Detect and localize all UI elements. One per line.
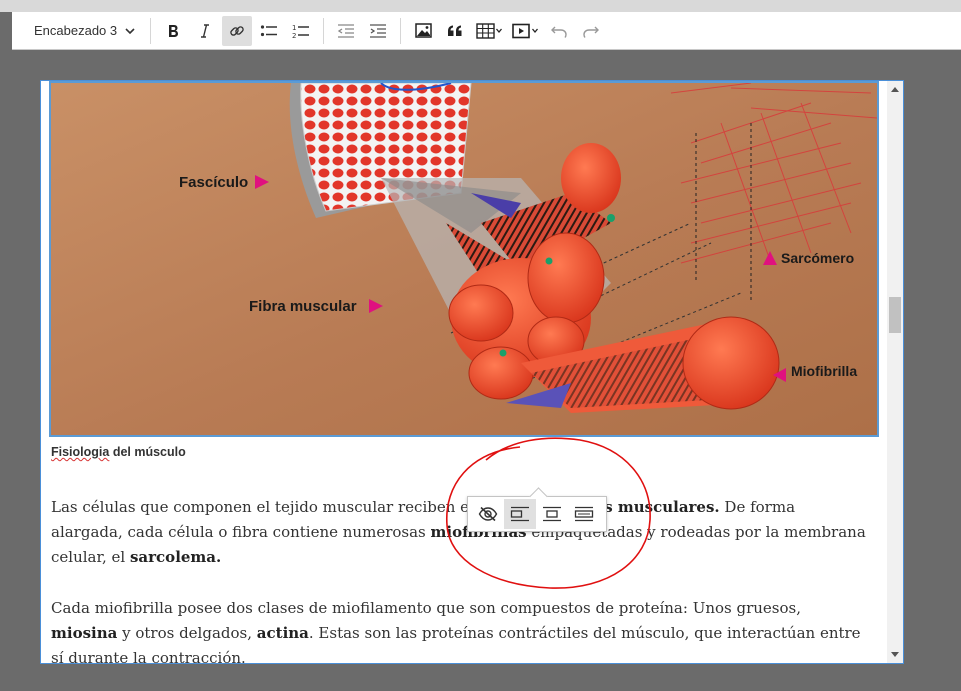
toolbar-separator bbox=[150, 17, 151, 44]
media-icon bbox=[512, 23, 538, 38]
bold-button[interactable] bbox=[158, 16, 188, 46]
eye-off-icon bbox=[478, 506, 498, 522]
bold-text: sarcolema. bbox=[129, 548, 222, 566]
image-toolbar-balloon bbox=[467, 496, 607, 532]
italic-icon bbox=[201, 23, 209, 38]
bold-icon bbox=[169, 24, 178, 37]
bold-text: miosina bbox=[51, 624, 118, 642]
editor-toolbar: Encabezado 3 12 bbox=[12, 12, 961, 50]
redo-icon bbox=[583, 26, 599, 38]
align-left-icon bbox=[510, 506, 529, 522]
outdent-button[interactable] bbox=[331, 16, 361, 46]
paragraph-1[interactable]: Las células que componen el tejido muscu… bbox=[51, 495, 871, 570]
table-icon bbox=[476, 22, 502, 39]
align-full-button[interactable] bbox=[568, 499, 600, 529]
numbered-list-button[interactable]: 12 bbox=[286, 16, 316, 46]
svg-text:1: 1 bbox=[292, 24, 296, 32]
redo-button[interactable] bbox=[576, 16, 606, 46]
align-center-button[interactable] bbox=[536, 499, 568, 529]
indent-button[interactable] bbox=[363, 16, 393, 46]
insert-image-button[interactable] bbox=[408, 16, 438, 46]
bulleted-list-icon bbox=[260, 24, 277, 36]
align-left-button[interactable] bbox=[504, 499, 536, 529]
bulleted-list-button[interactable] bbox=[254, 16, 284, 46]
bold-text: actina bbox=[256, 624, 309, 642]
scroll-thumb[interactable] bbox=[889, 297, 901, 333]
align-center-icon bbox=[543, 506, 561, 522]
align-full-icon bbox=[574, 506, 594, 522]
scroll-up-arrow-icon[interactable] bbox=[891, 87, 899, 92]
text-run: Cada miofibrilla posee dos clases de mio… bbox=[51, 599, 801, 617]
indent-icon bbox=[370, 23, 386, 38]
heading-dropdown[interactable]: Encabezado 3 bbox=[24, 16, 144, 46]
quote-icon bbox=[448, 25, 462, 36]
toolbar-separator bbox=[323, 17, 324, 44]
insert-media-button[interactable] bbox=[508, 16, 542, 46]
insert-table-button[interactable] bbox=[472, 16, 506, 46]
link-icon bbox=[230, 25, 244, 36]
toggle-caption-button[interactable] bbox=[472, 499, 504, 529]
label-fasciculo: Fascículo bbox=[179, 174, 248, 191]
heading-dropdown-label: Encabezado 3 bbox=[34, 23, 118, 38]
muscle-anatomy-image: Fascículo Fibra muscular Sarcómero Miofi… bbox=[51, 83, 877, 435]
figure-caption[interactable]: Fisiologia del músculo bbox=[51, 445, 186, 459]
label-fibra-muscular: Fibra muscular bbox=[249, 298, 357, 315]
chevron-down-icon bbox=[125, 27, 135, 34]
window-top-strip bbox=[0, 0, 961, 12]
toolbar-separator bbox=[400, 17, 401, 44]
numbered-list-icon: 12 bbox=[292, 24, 309, 39]
text-run: y otros delgados, bbox=[117, 624, 257, 642]
caption-rest: del músculo bbox=[109, 445, 186, 459]
muscle-figure[interactable]: Fascículo Fibra muscular Sarcómero Miofi… bbox=[49, 81, 879, 437]
svg-text:2: 2 bbox=[292, 32, 296, 39]
italic-button[interactable] bbox=[190, 16, 220, 46]
undo-icon bbox=[551, 26, 567, 38]
vertical-scrollbar[interactable] bbox=[887, 81, 903, 663]
label-miofibrilla: Miofibrilla bbox=[791, 363, 857, 379]
caption-word-misspelled: Fisiologia bbox=[51, 445, 110, 459]
image-icon bbox=[414, 23, 432, 38]
paragraph-2[interactable]: Cada miofibrilla posee dos clases de mio… bbox=[51, 596, 871, 663]
block-quote-button[interactable] bbox=[440, 16, 470, 46]
link-button[interactable] bbox=[222, 15, 252, 46]
label-sarcomero: Sarcómero bbox=[781, 250, 854, 266]
editor-content-area[interactable]: Fascículo Fibra muscular Sarcómero Miofi… bbox=[40, 80, 904, 664]
outdent-icon bbox=[337, 23, 354, 38]
scroll-down-arrow-icon[interactable] bbox=[891, 652, 899, 657]
undo-button[interactable] bbox=[544, 16, 574, 46]
